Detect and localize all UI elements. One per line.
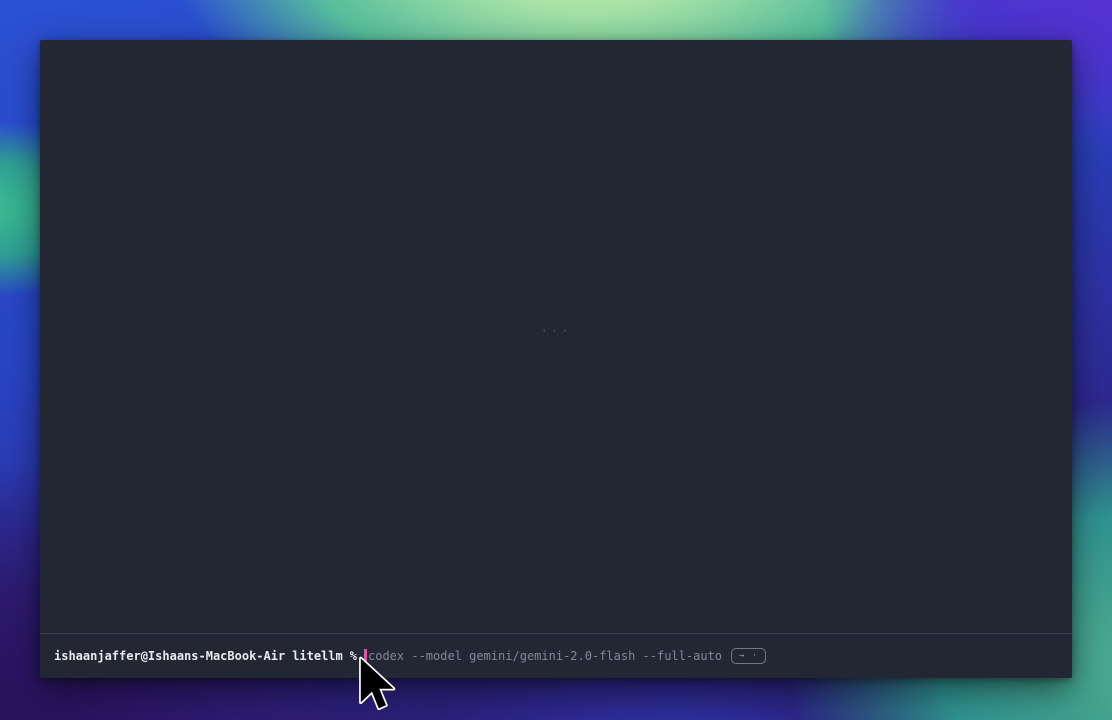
terminal-output-area: ··· — [40, 40, 1072, 633]
prompt-directory: litellm — [292, 649, 343, 663]
text-cursor — [364, 649, 367, 664]
loading-indicator: ··· — [541, 324, 572, 338]
desktop-wallpaper: ··· ishaanjaffer@Ishaans-MacBook-Air lite… — [0, 0, 1112, 720]
terminal-prompt-bar[interactable]: ishaanjaffer@Ishaans-MacBook-Air litellm%… — [40, 633, 1072, 678]
terminal-window[interactable]: ··· ishaanjaffer@Ishaans-MacBook-Air lite… — [40, 40, 1072, 678]
prompt-symbol: % — [350, 649, 357, 663]
autosuggestion-text: codex --model gemini/gemini-2.0-flash --… — [368, 649, 722, 663]
prompt-user-host: ishaanjaffer@Ishaans-MacBook-Air — [54, 649, 285, 663]
tab-accept-hint-badge[interactable]: → · — [731, 648, 766, 664]
